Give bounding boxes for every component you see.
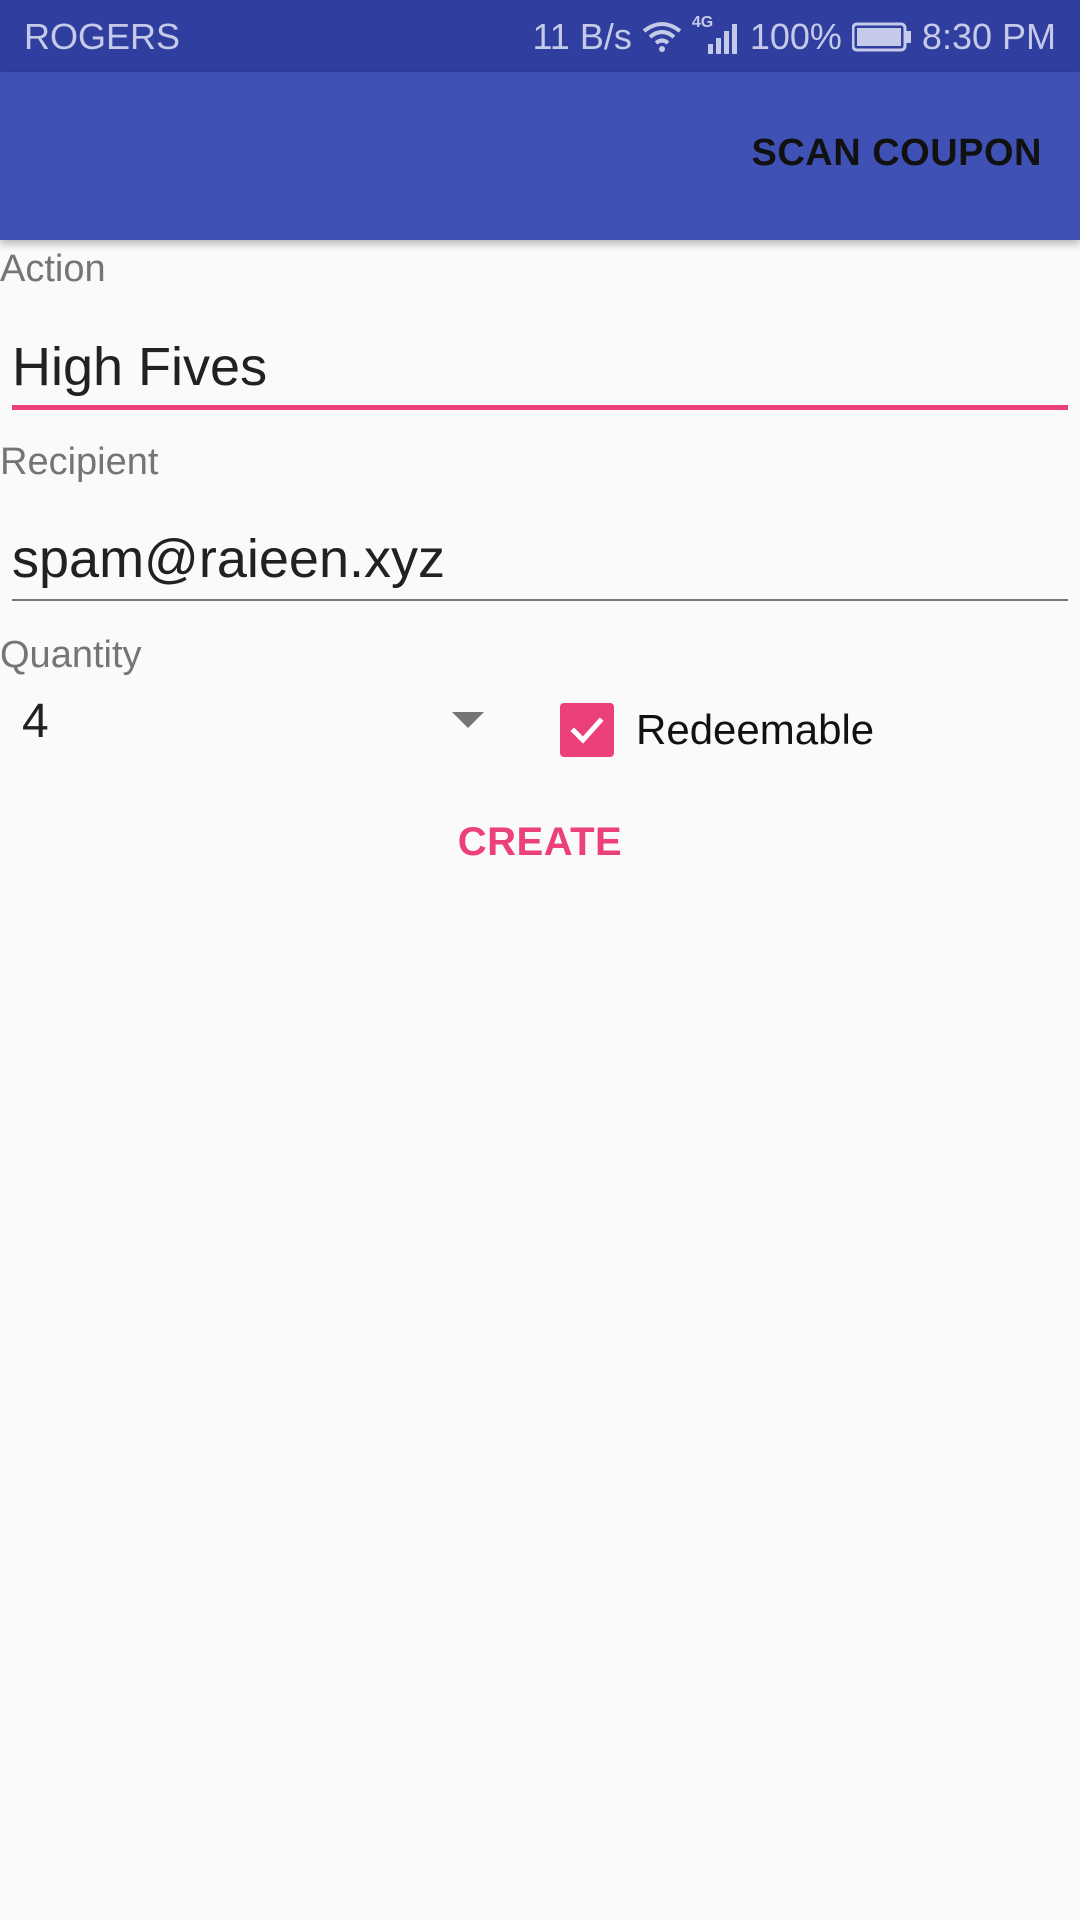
dropdown-arrow-icon xyxy=(452,712,484,728)
signal-icon: 4G xyxy=(692,14,740,54)
clock: 8:30 PM xyxy=(921,16,1056,57)
scan-coupon-button[interactable]: SCAN COUPON xyxy=(751,132,1042,175)
checkbox-checked-icon xyxy=(560,703,614,757)
redeemable-label: Redeemable xyxy=(636,706,875,753)
carrier-name: ROGERS xyxy=(24,16,181,57)
wifi-icon xyxy=(642,21,682,53)
status-bar: ROGERS 11 B/s 4G 100% 8:30 PM xyxy=(0,0,1080,72)
recipient-field[interactable] xyxy=(12,526,1068,592)
recipient-field-underline xyxy=(12,599,1068,601)
redeemable-checkbox[interactable]: Redeemable xyxy=(560,702,874,758)
battery-icon xyxy=(851,22,912,52)
status-icons: 11 B/s 4G 100% 8:30 PM xyxy=(532,14,1056,58)
network-speed: 11 B/s xyxy=(532,16,632,57)
create-button[interactable]: CREATE xyxy=(0,820,1080,865)
recipient-label: Recipient xyxy=(0,441,159,483)
action-field-underline xyxy=(12,405,1068,410)
battery-percent: 100% xyxy=(749,16,842,57)
quantity-dropdown[interactable]: 4 xyxy=(0,684,500,760)
app-bar: SCAN COUPON xyxy=(0,72,1080,240)
action-field[interactable] xyxy=(12,334,1068,400)
quantity-label: Quantity xyxy=(0,634,142,676)
action-label: Action xyxy=(0,248,106,290)
quantity-value: 4 xyxy=(22,695,49,748)
